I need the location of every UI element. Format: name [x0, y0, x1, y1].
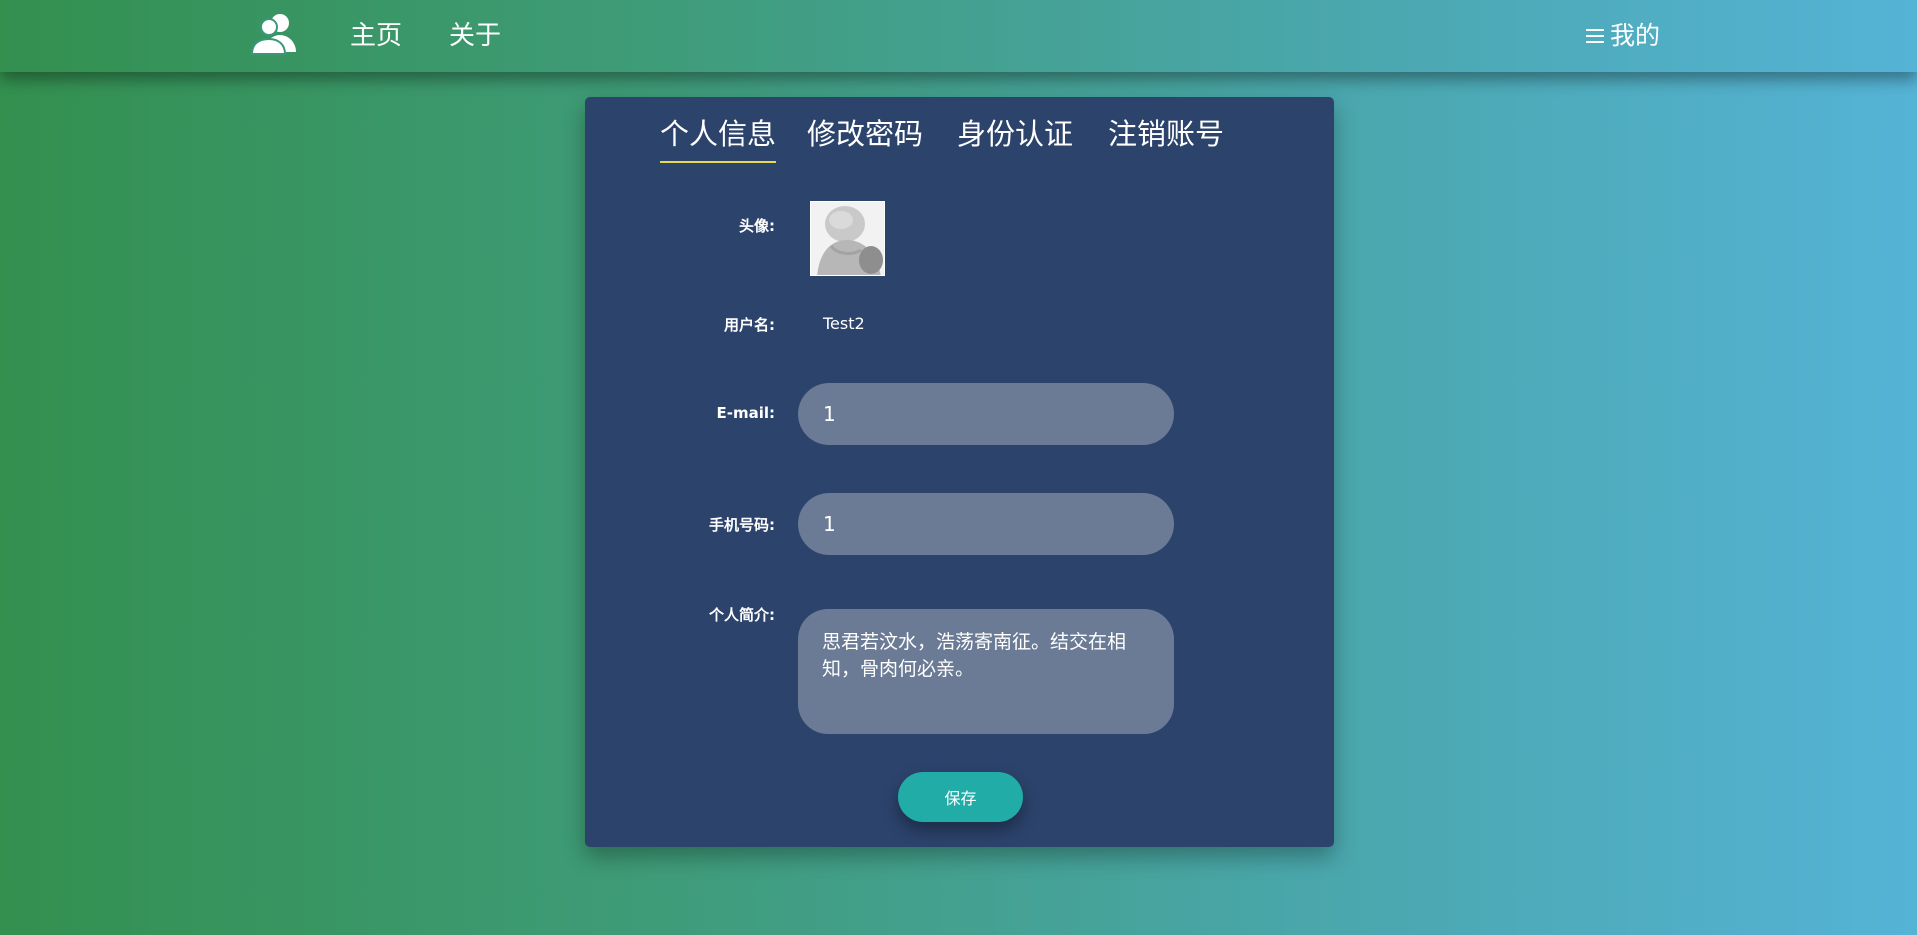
phone-field[interactable] [798, 493, 1174, 555]
phone-label: 手机号码: [709, 516, 775, 534]
users-icon[interactable] [250, 12, 298, 56]
nav-home-link[interactable]: 主页 [350, 18, 402, 54]
top-navbar: 主页 关于 我的 [0, 0, 1917, 72]
avatar-label: 头像: [739, 217, 775, 235]
bio-textarea[interactable]: 思君若汶水，浩荡寄南征。结交在相知，骨肉何必亲。 [798, 609, 1174, 734]
bio-label: 个人简介: [709, 606, 775, 624]
username-value: Test2 [823, 314, 865, 333]
profile-tabs: 个人信息 修改密码 身份认证 注销账号 [660, 115, 1255, 163]
nav-about-link[interactable]: 关于 [449, 18, 501, 54]
avatar-image [811, 202, 884, 275]
save-button[interactable]: 保存 [898, 772, 1023, 822]
profile-panel: 个人信息 修改密码 身份认证 注销账号 头像: 用户名: Test2 E-mai… [585, 97, 1334, 847]
tab-deactivate-account[interactable]: 注销账号 [1108, 115, 1224, 163]
tab-personal-info[interactable]: 个人信息 [660, 115, 777, 163]
menu-icon [1586, 27, 1604, 45]
my-menu-label: 我的 [1610, 21, 1661, 50]
username-label: 用户名: [724, 316, 775, 334]
avatar[interactable] [810, 201, 885, 276]
my-menu-toggle[interactable]: 我的 [1586, 18, 1660, 54]
email-label: E-mail: [716, 404, 775, 422]
tab-change-password[interactable]: 修改密码 [807, 115, 923, 163]
tab-identity-verification[interactable]: 身份认证 [957, 115, 1073, 163]
email-field[interactable] [798, 383, 1174, 445]
